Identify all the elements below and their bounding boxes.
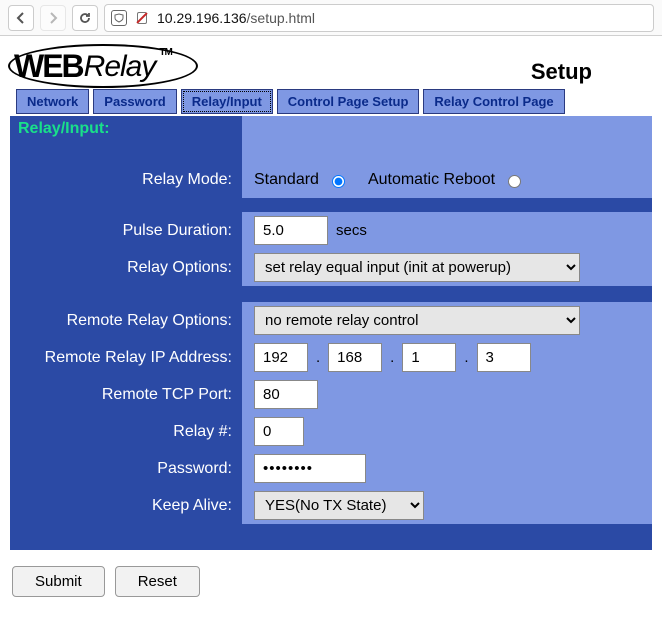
webrelay-logo: WEBRelayTM	[14, 48, 168, 85]
remote-relay-options-select[interactable]: no remote relay control	[254, 306, 580, 335]
setup-tabs: Network Password Relay/Input Control Pag…	[10, 89, 652, 114]
remote-password-input[interactable]	[254, 454, 366, 483]
browser-chrome: 10.29.196.136/setup.html	[0, 0, 662, 36]
remote-port-input[interactable]	[254, 380, 318, 409]
tab-control-page-setup[interactable]: Control Page Setup	[277, 89, 420, 114]
remote-ip-b-input[interactable]	[328, 343, 382, 372]
keep-alive-select[interactable]: YES(No TX State)	[254, 491, 424, 520]
label-keep-alive: Keep Alive:	[10, 487, 242, 524]
nav-forward-button[interactable]	[40, 5, 66, 31]
label-relay-mode: Relay Mode:	[10, 162, 242, 198]
remote-ip-a-input[interactable]	[254, 343, 308, 372]
tab-relay-input[interactable]: Relay/Input	[181, 89, 273, 114]
label-remote-relay-options: Remote Relay Options:	[10, 302, 242, 339]
nav-reload-button[interactable]	[72, 5, 98, 31]
page-title: Setup	[531, 59, 652, 85]
tab-password[interactable]: Password	[93, 89, 176, 114]
label-relay-num: Relay #:	[10, 413, 242, 450]
label-remote-port: Remote TCP Port:	[10, 376, 242, 413]
remote-ip-d-input[interactable]	[477, 343, 531, 372]
page-content: WEBRelayTM Setup Network Password Relay/…	[0, 36, 662, 617]
settings-panel: Relay/Input: Relay Mode: Standard Automa…	[10, 116, 652, 550]
label-password: Password:	[10, 450, 242, 487]
pulse-duration-input[interactable]	[254, 216, 328, 245]
relay-mode-standard-label: Standard	[254, 171, 319, 189]
relay-mode-auto-radio[interactable]	[508, 175, 521, 188]
relay-options-select[interactable]: set relay equal input (init at powerup)	[254, 253, 580, 282]
submit-button[interactable]: Submit	[12, 566, 105, 597]
relay-mode-standard-radio[interactable]	[332, 175, 345, 188]
url-bar[interactable]: 10.29.196.136/setup.html	[104, 4, 654, 32]
arrow-left-icon	[14, 11, 28, 25]
pulse-unit: secs	[336, 222, 367, 239]
section-label: Relay/Input:	[14, 116, 110, 138]
label-remote-ip: Remote Relay IP Address:	[10, 339, 242, 376]
reload-icon	[78, 11, 92, 25]
relay-num-input[interactable]	[254, 417, 304, 446]
nav-back-button[interactable]	[8, 5, 34, 31]
tab-relay-control-page[interactable]: Relay Control Page	[423, 89, 564, 114]
arrow-right-icon	[46, 11, 60, 25]
tab-network[interactable]: Network	[16, 89, 89, 114]
tracking-protection-icon	[111, 10, 127, 26]
insecure-connection-icon	[133, 9, 151, 27]
label-relay-options: Relay Options:	[10, 249, 242, 286]
url-text: 10.29.196.136/setup.html	[157, 10, 315, 26]
label-pulse-duration: Pulse Duration:	[10, 212, 242, 249]
reset-button[interactable]: Reset	[115, 566, 200, 597]
remote-ip-c-input[interactable]	[402, 343, 456, 372]
relay-mode-auto-label: Automatic Reboot	[368, 171, 495, 189]
